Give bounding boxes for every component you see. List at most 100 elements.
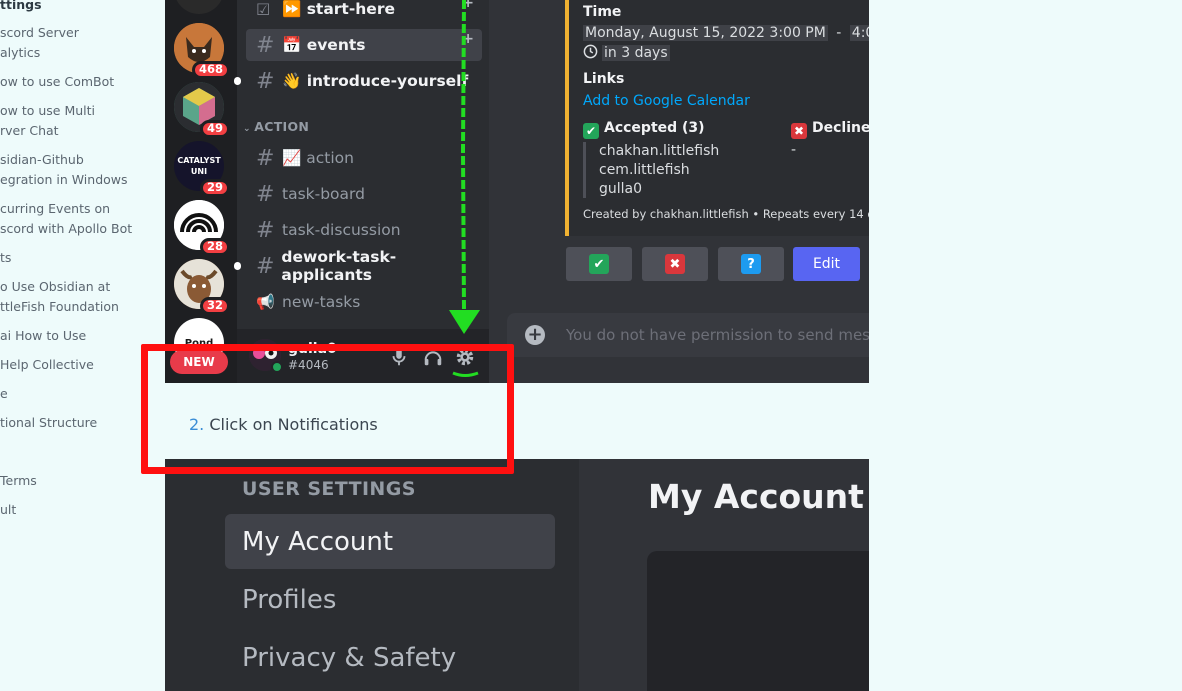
channel-new-tasks[interactable]: 📢 new-tasks xyxy=(246,286,482,318)
event-footer: Created by chakhan.littlefish • Repeats … xyxy=(583,207,869,221)
add-member-icon: + xyxy=(462,0,474,11)
profile-card xyxy=(647,551,869,691)
headphones-icon[interactable] xyxy=(422,346,444,368)
doc-nav-item[interactable]: e xyxy=(0,384,160,404)
settings-category: USER SETTINGS xyxy=(242,478,416,500)
unread-indicator xyxy=(234,77,241,85)
gear-icon[interactable] xyxy=(454,346,476,368)
megaphone-icon: 📢 xyxy=(256,293,275,311)
channel-task-discussion[interactable]: # task-discussion xyxy=(246,214,482,246)
server-icon[interactable]: CATALYST UNI 29 xyxy=(174,141,230,197)
edit-label: Edit xyxy=(812,256,841,272)
doc-nav-item[interactable]: scord Server xyxy=(0,23,160,43)
doc-nav-item[interactable]: o Use Obsidian at xyxy=(0,277,160,297)
channel-introduce-yourself[interactable]: # 👋 introduce-yourself xyxy=(246,65,482,97)
doc-nav-item[interactable]: ttings xyxy=(0,0,160,15)
decline-button[interactable]: ✖ xyxy=(642,247,708,281)
channel-label: task-board xyxy=(282,185,365,203)
channel-start-here[interactable]: ☑ ⏩ start-here + xyxy=(246,0,482,25)
message-placeholder: You do not have permission to send messa… xyxy=(566,326,869,344)
channel-events[interactable]: # 📅 events + xyxy=(246,29,482,61)
hash-icon: # xyxy=(256,181,275,207)
unread-count-badge: 49 xyxy=(199,120,230,138)
doc-nav-item[interactable]: rver Chat xyxy=(0,121,160,141)
channel-label: 📈 action xyxy=(282,149,354,167)
declined-label: Declined xyxy=(812,120,869,136)
message-input[interactable]: + You do not have permission to send mes… xyxy=(507,313,869,357)
doc-nav-item[interactable]: Terms xyxy=(0,471,160,491)
server-name-label: CATALYST UNI xyxy=(177,156,221,176)
server-list: 468 49 CATALYST UNI 29 28 32 Pond xyxy=(165,0,237,383)
server-icon[interactable]: 32 xyxy=(174,259,230,315)
server-icon[interactable] xyxy=(174,0,224,14)
user-tag: #4046 xyxy=(288,358,329,372)
doc-nav-item[interactable]: alytics xyxy=(0,43,160,63)
unread-count-badge: 28 xyxy=(199,238,230,256)
doc-nav-item[interactable]: ult xyxy=(0,500,160,520)
server-icon[interactable]: 468 xyxy=(174,23,230,79)
chat-area: Time Monday, August 15, 2022 3:00 PM - 4… xyxy=(489,0,869,383)
doc-nav-item[interactable]: tional Structure xyxy=(0,413,160,433)
doc-nav-item[interactable]: Help Collective xyxy=(0,355,160,375)
settings-sidebar: USER SETTINGS My Account Profiles Privac… xyxy=(165,459,579,691)
channel-label: 📅 events xyxy=(282,36,366,54)
hash-icon: # xyxy=(256,32,275,58)
settings-item-privacy-safety[interactable]: Privacy & Safety xyxy=(225,630,555,685)
new-unreads-pill[interactable]: NEW xyxy=(170,350,228,374)
channel-action[interactable]: # 📈 action xyxy=(246,142,482,174)
doc-nav-item[interactable]: scord with Apollo Bot xyxy=(0,219,160,239)
event-time-range: Monday, August 15, 2022 3:00 PM - 4:00 P… xyxy=(583,25,869,41)
user-panel: gulla0 #4046 xyxy=(237,329,489,383)
unread-indicator xyxy=(234,262,241,270)
channel-label: ⏩ start-here xyxy=(282,0,395,18)
add-attachment-icon[interactable]: + xyxy=(525,325,545,345)
check-icon: ✔ xyxy=(583,123,599,139)
new-label: NEW xyxy=(183,355,215,369)
thread-hash-icon: # xyxy=(256,253,275,279)
server-name-label: Pond xyxy=(184,337,214,349)
channel-label: new-tasks xyxy=(282,293,361,311)
tentative-button[interactable]: ? xyxy=(718,247,784,281)
step-text: Click on Notifications xyxy=(209,415,378,434)
cross-icon: ✖ xyxy=(791,123,807,139)
doc-nav-item[interactable]: ttleFish Foundation xyxy=(0,297,160,317)
accept-button[interactable]: ✔ xyxy=(566,247,632,281)
edit-button[interactable]: Edit xyxy=(793,247,860,281)
doc-nav-item[interactable]: curring Events on xyxy=(0,199,160,219)
event-relative-time: in 3 days xyxy=(583,44,670,61)
channel-dework-task-applicants[interactable]: # dework-task-applicants xyxy=(246,248,482,284)
attendee: chakhan.littlefish xyxy=(599,143,720,159)
question-icon: ? xyxy=(741,254,761,274)
accepted-heading: ✔ Accepted (3) xyxy=(583,120,705,139)
google-calendar-link[interactable]: Add to Google Calendar xyxy=(583,93,750,109)
add-member-icon: + xyxy=(462,31,474,47)
cross-icon: ✖ xyxy=(665,254,685,274)
category-header[interactable]: ⌄ ACTION xyxy=(243,119,309,134)
channel-list: ☑ ⏩ start-here + # 📅 events + # 👋 introd… xyxy=(234,0,489,383)
doc-nav-item[interactable]: sidian-Github xyxy=(0,150,160,170)
check-icon: ✔ xyxy=(589,254,609,274)
channel-task-board[interactable]: # task-board xyxy=(246,178,482,210)
doc-nav-item[interactable]: egration in Windows xyxy=(0,170,160,190)
username: gulla0 xyxy=(288,341,337,357)
server-icon[interactable]: 28 xyxy=(174,200,230,256)
settings-item-profiles[interactable]: Profiles xyxy=(225,572,555,627)
microphone-icon[interactable] xyxy=(388,346,410,368)
doc-nav-item[interactable]: ow to use Multi xyxy=(0,101,160,121)
settings-item-my-account[interactable]: My Account xyxy=(225,514,555,569)
discord-screenshot-bottom: USER SETTINGS My Account Profiles Privac… xyxy=(165,459,869,691)
doc-nav-item[interactable]: ts xyxy=(0,248,160,268)
unread-count-badge: 468 xyxy=(191,61,230,79)
relative-time-text: in 3 days xyxy=(602,45,670,61)
accepted-list: chakhan.littlefish cem.littlefish gulla0 xyxy=(583,142,719,198)
hash-icon: # xyxy=(256,68,275,94)
step-number: 2. xyxy=(189,415,205,434)
time-heading: Time xyxy=(583,4,622,20)
doc-nav-item[interactable]: ow to use ComBot xyxy=(0,72,160,92)
step-caption: 2. Click on Notifications xyxy=(189,415,378,434)
links-heading: Links xyxy=(583,71,625,87)
doc-nav-item[interactable]: ai How to Use xyxy=(0,326,160,346)
event-start: Monday, August 15, 2022 3:00 PM xyxy=(583,25,828,41)
server-icon[interactable]: 49 xyxy=(174,82,230,138)
attendee: cem.littlefish xyxy=(599,162,690,178)
